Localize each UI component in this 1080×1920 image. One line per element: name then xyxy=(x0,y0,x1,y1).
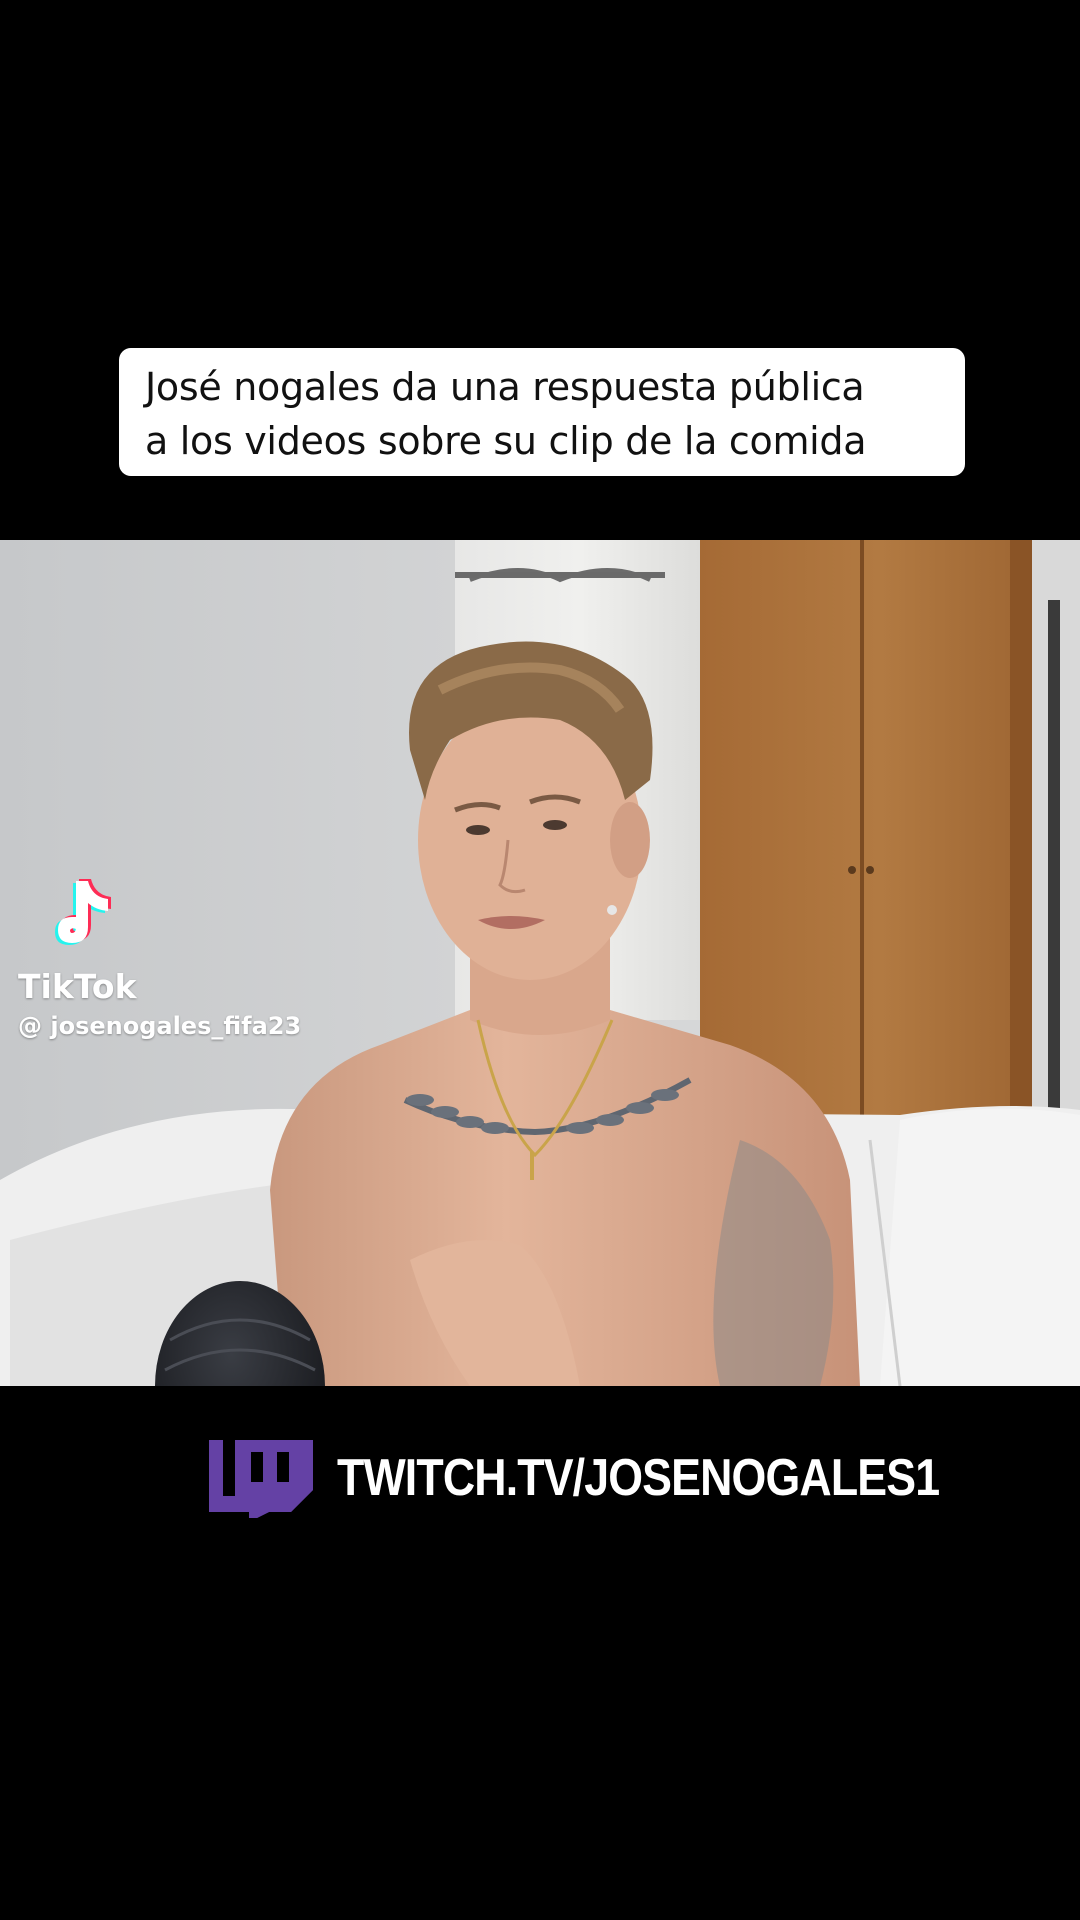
tiktok-brand-text: TikTok xyxy=(18,967,137,1006)
caption-box: José nogales da una respuesta pública a … xyxy=(119,348,965,476)
tiktok-watermark: TikTok @ josenogales_fifa23 xyxy=(18,875,358,1045)
video-screen: José nogales da una respuesta pública a … xyxy=(0,0,1080,1920)
twitch-url-text: TWITCH.TV/JOSENOGALES1 xyxy=(337,1449,940,1507)
caption-line-1: José nogales da una respuesta pública xyxy=(145,365,865,409)
twitch-logo-icon xyxy=(205,1440,317,1518)
tiktok-handle-text: @ josenogales_fifa23 xyxy=(18,1012,302,1040)
caption-line-2: a los videos sobre su clip de la comida xyxy=(145,419,867,463)
twitch-banner: TWITCH.TV/JOSENOGALES1 xyxy=(205,1438,940,1520)
tiktok-logo-icon xyxy=(48,875,128,959)
